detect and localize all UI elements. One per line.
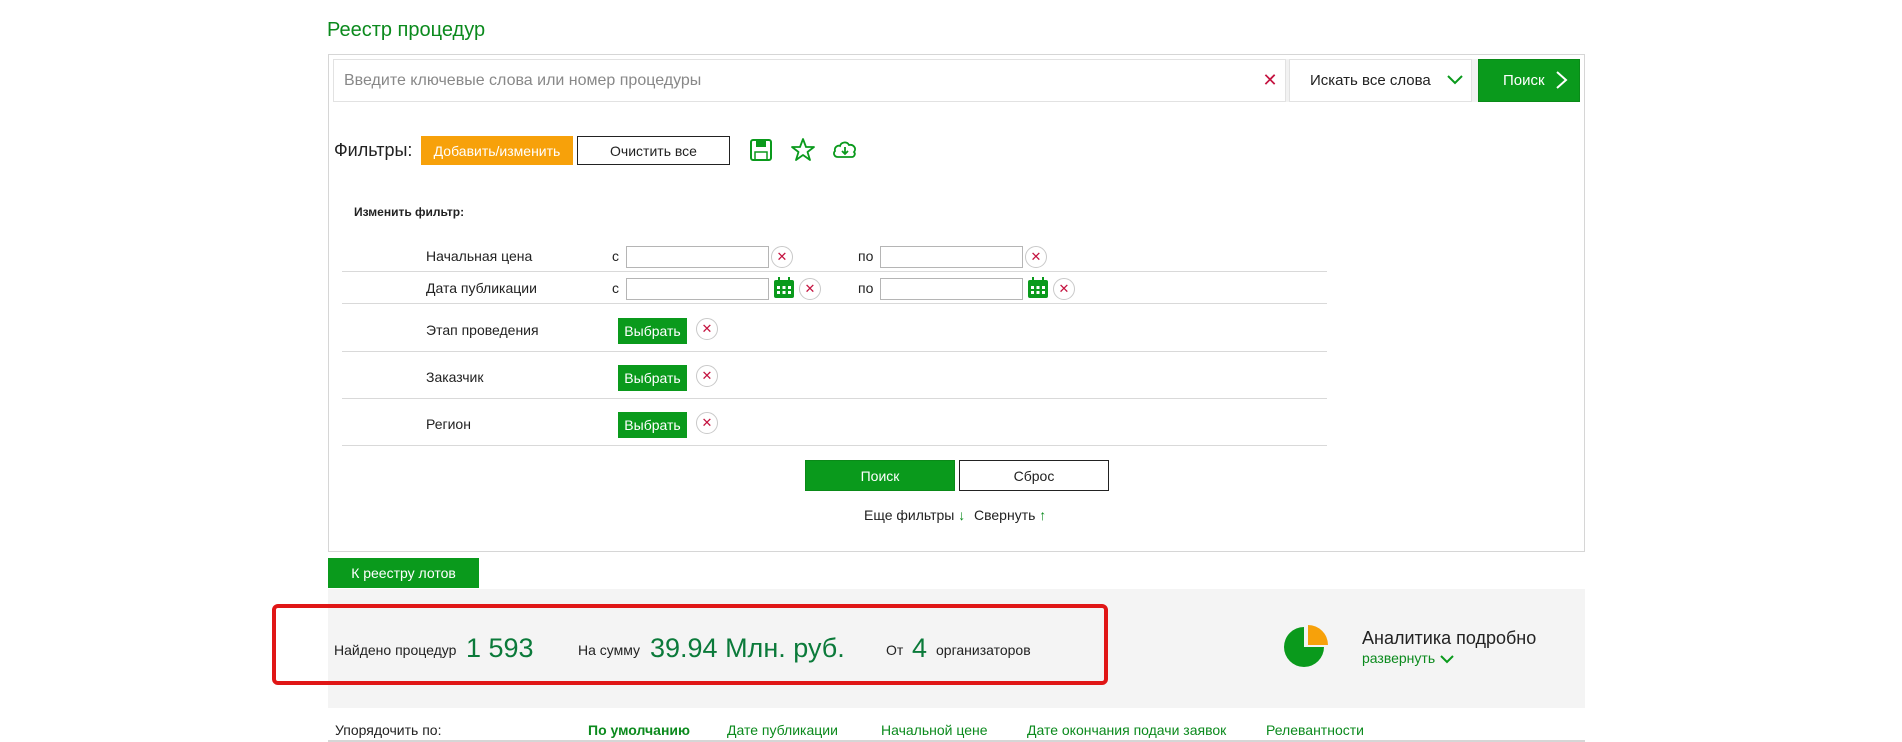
star-icon[interactable] bbox=[790, 137, 816, 163]
analytics-expand-label: развернуть bbox=[1362, 650, 1436, 666]
calendar-icon[interactable] bbox=[773, 277, 795, 299]
close-icon[interactable]: ✕ bbox=[1259, 69, 1281, 91]
filter-date-label: Дата публикации bbox=[426, 280, 537, 296]
collapse-link[interactable]: Свернуть ↑ bbox=[974, 507, 1046, 523]
price-to-input[interactable] bbox=[880, 246, 1023, 268]
sort-option-deadline[interactable]: Дате окончания подачи заявок bbox=[1027, 722, 1226, 738]
lots-registry-button[interactable]: К реестру лотов bbox=[328, 558, 479, 588]
filter-search-button[interactable]: Поиск bbox=[805, 460, 955, 491]
filter-price-from-label: с bbox=[612, 248, 619, 264]
clear-region-icon[interactable]: ✕ bbox=[696, 412, 718, 434]
sort-option-publication-date[interactable]: Дате публикации bbox=[727, 722, 838, 738]
filter-price-label: Начальная цена bbox=[426, 248, 533, 264]
sort-option-default[interactable]: По умолчанию bbox=[588, 722, 690, 738]
filter-price-to-label: по bbox=[858, 248, 874, 264]
filter-stage-label: Этап проведения bbox=[426, 322, 539, 338]
analytics-title: Аналитика подробно bbox=[1362, 628, 1537, 648]
filter-date-to-label: по bbox=[858, 280, 874, 296]
found-count: 1 593 bbox=[466, 633, 534, 663]
sum-label: На сумму bbox=[578, 642, 641, 658]
chevron-down-icon bbox=[1440, 655, 1454, 664]
clear-price-to-icon[interactable]: ✕ bbox=[1025, 246, 1047, 268]
from-label: От bbox=[886, 642, 904, 658]
filter-customer-label: Заказчик bbox=[426, 369, 484, 385]
filter-region-label: Регион bbox=[426, 416, 471, 432]
org-count: 4 bbox=[912, 633, 928, 663]
date-from-input[interactable] bbox=[626, 278, 769, 300]
sort-label: Упорядочить по: bbox=[335, 722, 442, 738]
row-divider bbox=[342, 303, 1327, 304]
chevron-right-icon bbox=[1556, 71, 1568, 89]
price-from-input[interactable] bbox=[626, 246, 769, 268]
analytics-expand-link[interactable]: развернуть bbox=[1362, 650, 1455, 666]
row-divider bbox=[342, 351, 1327, 352]
row-divider bbox=[342, 445, 1327, 446]
add-filter-button[interactable]: Добавить/изменить bbox=[421, 136, 573, 165]
chevron-down-icon[interactable] bbox=[1446, 71, 1464, 89]
clear-all-button[interactable]: Очистить все bbox=[577, 136, 730, 165]
collapse-label: Свернуть bbox=[974, 507, 1036, 523]
search-input[interactable] bbox=[333, 59, 1286, 102]
page-title: Реестр процедур bbox=[327, 19, 486, 41]
filters-label: Фильтры: bbox=[334, 140, 413, 160]
edit-filter-label: Изменить фильтр: bbox=[354, 205, 465, 219]
cloud-download-icon[interactable] bbox=[831, 136, 859, 164]
region-choose-button[interactable]: Выбрать bbox=[618, 412, 687, 438]
row-divider bbox=[342, 271, 1327, 272]
clear-date-from-icon[interactable]: ✕ bbox=[799, 278, 821, 300]
clear-price-from-icon[interactable]: ✕ bbox=[771, 246, 793, 268]
more-filters-label: Еще фильтры bbox=[864, 507, 955, 523]
save-icon[interactable] bbox=[748, 137, 774, 163]
pie-chart-icon bbox=[1284, 625, 1328, 667]
found-label: Найдено процедур bbox=[334, 642, 457, 658]
arrow-up-icon: ↑ bbox=[1039, 507, 1047, 523]
search-mode-label: Искать все слова bbox=[1310, 72, 1431, 89]
arrow-down-icon: ↓ bbox=[958, 507, 966, 523]
calendar-icon[interactable] bbox=[1027, 277, 1049, 299]
clear-date-to-icon[interactable]: ✕ bbox=[1053, 278, 1075, 300]
row-divider bbox=[342, 398, 1327, 399]
search-button-label: Поиск bbox=[1503, 72, 1545, 89]
date-to-input[interactable] bbox=[880, 278, 1023, 300]
reset-button[interactable]: Сброс bbox=[959, 460, 1109, 491]
more-filters-link[interactable]: Еще фильтры ↓ bbox=[864, 507, 965, 523]
sort-option-relevance[interactable]: Релевантности bbox=[1266, 722, 1364, 738]
org-label: организаторов bbox=[936, 642, 1031, 658]
customer-choose-button[interactable]: Выбрать bbox=[618, 365, 687, 391]
sort-option-start-price[interactable]: Начальной цене bbox=[881, 722, 988, 738]
stage-choose-button[interactable]: Выбрать bbox=[618, 318, 687, 344]
filter-date-from-label: с bbox=[612, 280, 619, 296]
clear-customer-icon[interactable]: ✕ bbox=[696, 365, 718, 387]
search-mode-select[interactable]: Искать все слова bbox=[1289, 59, 1472, 102]
sum-value: 39.94 Млн. руб. bbox=[650, 633, 845, 663]
clear-stage-icon[interactable]: ✕ bbox=[696, 318, 718, 340]
